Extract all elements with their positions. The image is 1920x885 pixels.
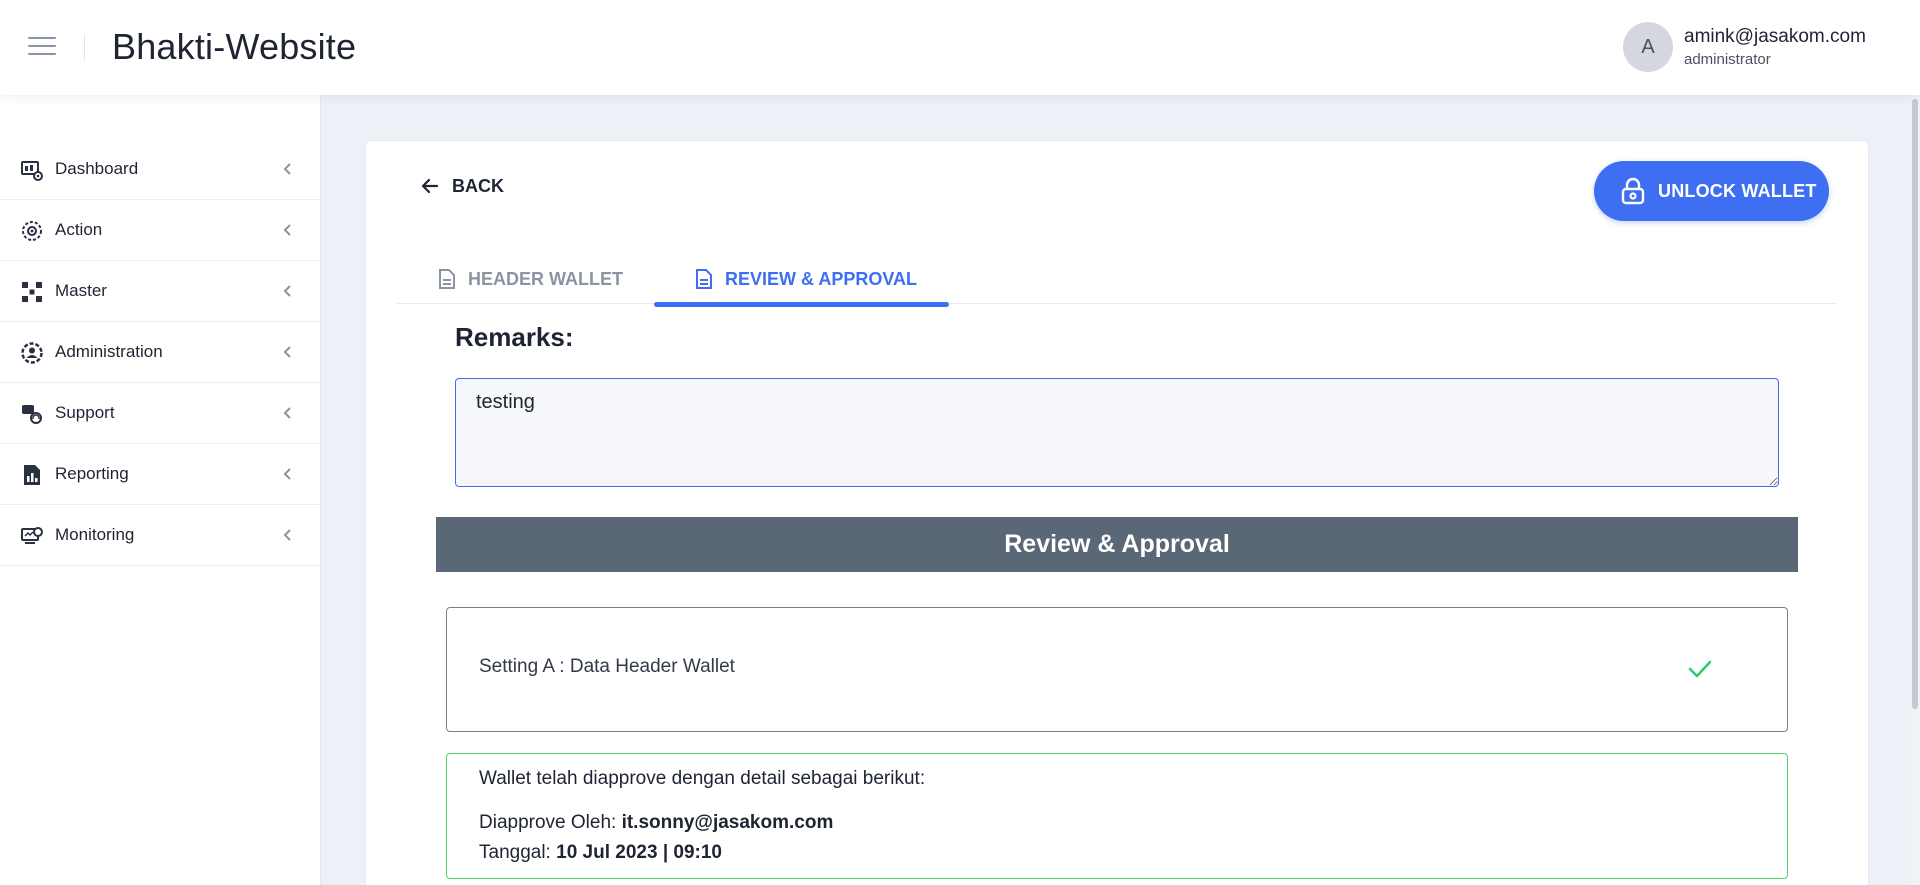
- remarks-label: Remarks:: [455, 322, 574, 352]
- approved-by: Diapprove Oleh: it.sonny@jasakom.com: [479, 812, 833, 834]
- tabs-divider: [397, 303, 1837, 304]
- user-email[interactable]: amink@jasakom.com: [1684, 26, 1866, 48]
- sidebar-item-label: Administration: [55, 342, 163, 361]
- document-icon: [696, 269, 712, 289]
- app-title: Bhakti-Website: [112, 26, 357, 67]
- sidebar-item-label: Master: [55, 281, 107, 300]
- divider: [84, 34, 85, 60]
- approved-by-label: Diapprove Oleh:: [479, 812, 622, 833]
- unlock-wallet-button[interactable]: UNLOCK WALLET: [1594, 161, 1829, 221]
- sidebar-item-reporting[interactable]: Reporting: [0, 444, 320, 505]
- support-icon: [22, 405, 42, 424]
- check-icon: [1688, 660, 1712, 678]
- back-label: BACK: [452, 175, 504, 196]
- chevron-left-icon: [283, 224, 291, 236]
- sidebar-item-dashboard[interactable]: Dashboard: [0, 139, 320, 200]
- setting-item: Setting A : Data Header Wallet: [446, 607, 1788, 732]
- sidebar-item-label: Dashboard: [55, 159, 139, 178]
- tab-label: REVIEW & APPROVAL: [725, 268, 918, 289]
- avatar[interactable]: A: [1623, 22, 1673, 72]
- page-scrollbar[interactable]: [1910, 95, 1920, 885]
- chevron-left-icon: [283, 163, 291, 175]
- user-role: administrator: [1684, 51, 1771, 68]
- chevron-left-icon: [283, 529, 291, 541]
- sidebar-item-label: Reporting: [55, 464, 129, 483]
- dashboard-icon: [21, 161, 43, 181]
- unlock-icon: [1621, 177, 1645, 205]
- approval-intro: Wallet telah diapprove dengan detail seb…: [479, 768, 926, 789]
- approval-date-value: 10 Jul 2023 | 09:10: [556, 842, 723, 863]
- tab-label: HEADER WALLET: [468, 268, 623, 289]
- sidebar-item-monitoring[interactable]: Monitoring: [0, 505, 320, 566]
- master-icon: [22, 282, 42, 302]
- chevron-left-icon: [283, 407, 291, 419]
- administration-icon: [21, 342, 43, 364]
- action-icon: [22, 221, 42, 241]
- sidebar-item-action[interactable]: Action: [0, 200, 320, 261]
- approval-date: Tanggal: 10 Jul 2023 | 09:10: [479, 842, 722, 864]
- sidebar-item-label: Action: [55, 220, 103, 239]
- sidebar: Dashboard Action Master Administration S…: [0, 95, 321, 885]
- tab-review-approval[interactable]: REVIEW & APPROVAL: [695, 256, 917, 302]
- active-tab-indicator: [654, 302, 949, 307]
- menu-toggle-icon[interactable]: [28, 37, 56, 57]
- chevron-left-icon: [283, 285, 291, 297]
- document-icon: [439, 269, 455, 289]
- reporting-icon: [24, 465, 40, 485]
- monitoring-icon: [21, 527, 43, 544]
- approved-by-value: it.sonny@jasakom.com: [621, 812, 834, 833]
- approval-detail-box: Wallet telah diapprove dengan detail seb…: [446, 753, 1788, 879]
- sidebar-item-master[interactable]: Master: [0, 261, 320, 322]
- chevron-left-icon: [283, 468, 291, 480]
- arrow-left-icon: [421, 178, 439, 194]
- sidebar-item-label: Monitoring: [55, 525, 135, 544]
- scrollbar-thumb[interactable]: [1912, 99, 1918, 709]
- sidebar-item-administration[interactable]: Administration: [0, 322, 320, 383]
- sidebar-item-support[interactable]: Support: [0, 383, 320, 444]
- chevron-left-icon: [283, 346, 291, 358]
- approval-date-label: Tanggal:: [479, 842, 557, 863]
- top-bar: Bhakti-Website A amink@jasakom.com admin…: [0, 0, 1920, 95]
- remarks-textarea[interactable]: testing: [455, 378, 1779, 487]
- review-approval-banner: Review & Approval: [436, 517, 1798, 572]
- sidebar-item-label: Support: [55, 403, 115, 422]
- unlock-wallet-label: UNLOCK WALLET: [1658, 180, 1817, 201]
- back-button[interactable]: BACK: [420, 173, 504, 199]
- tab-header-wallet[interactable]: HEADER WALLET: [438, 256, 623, 302]
- setting-label: Setting A : Data Header Wallet: [479, 656, 735, 677]
